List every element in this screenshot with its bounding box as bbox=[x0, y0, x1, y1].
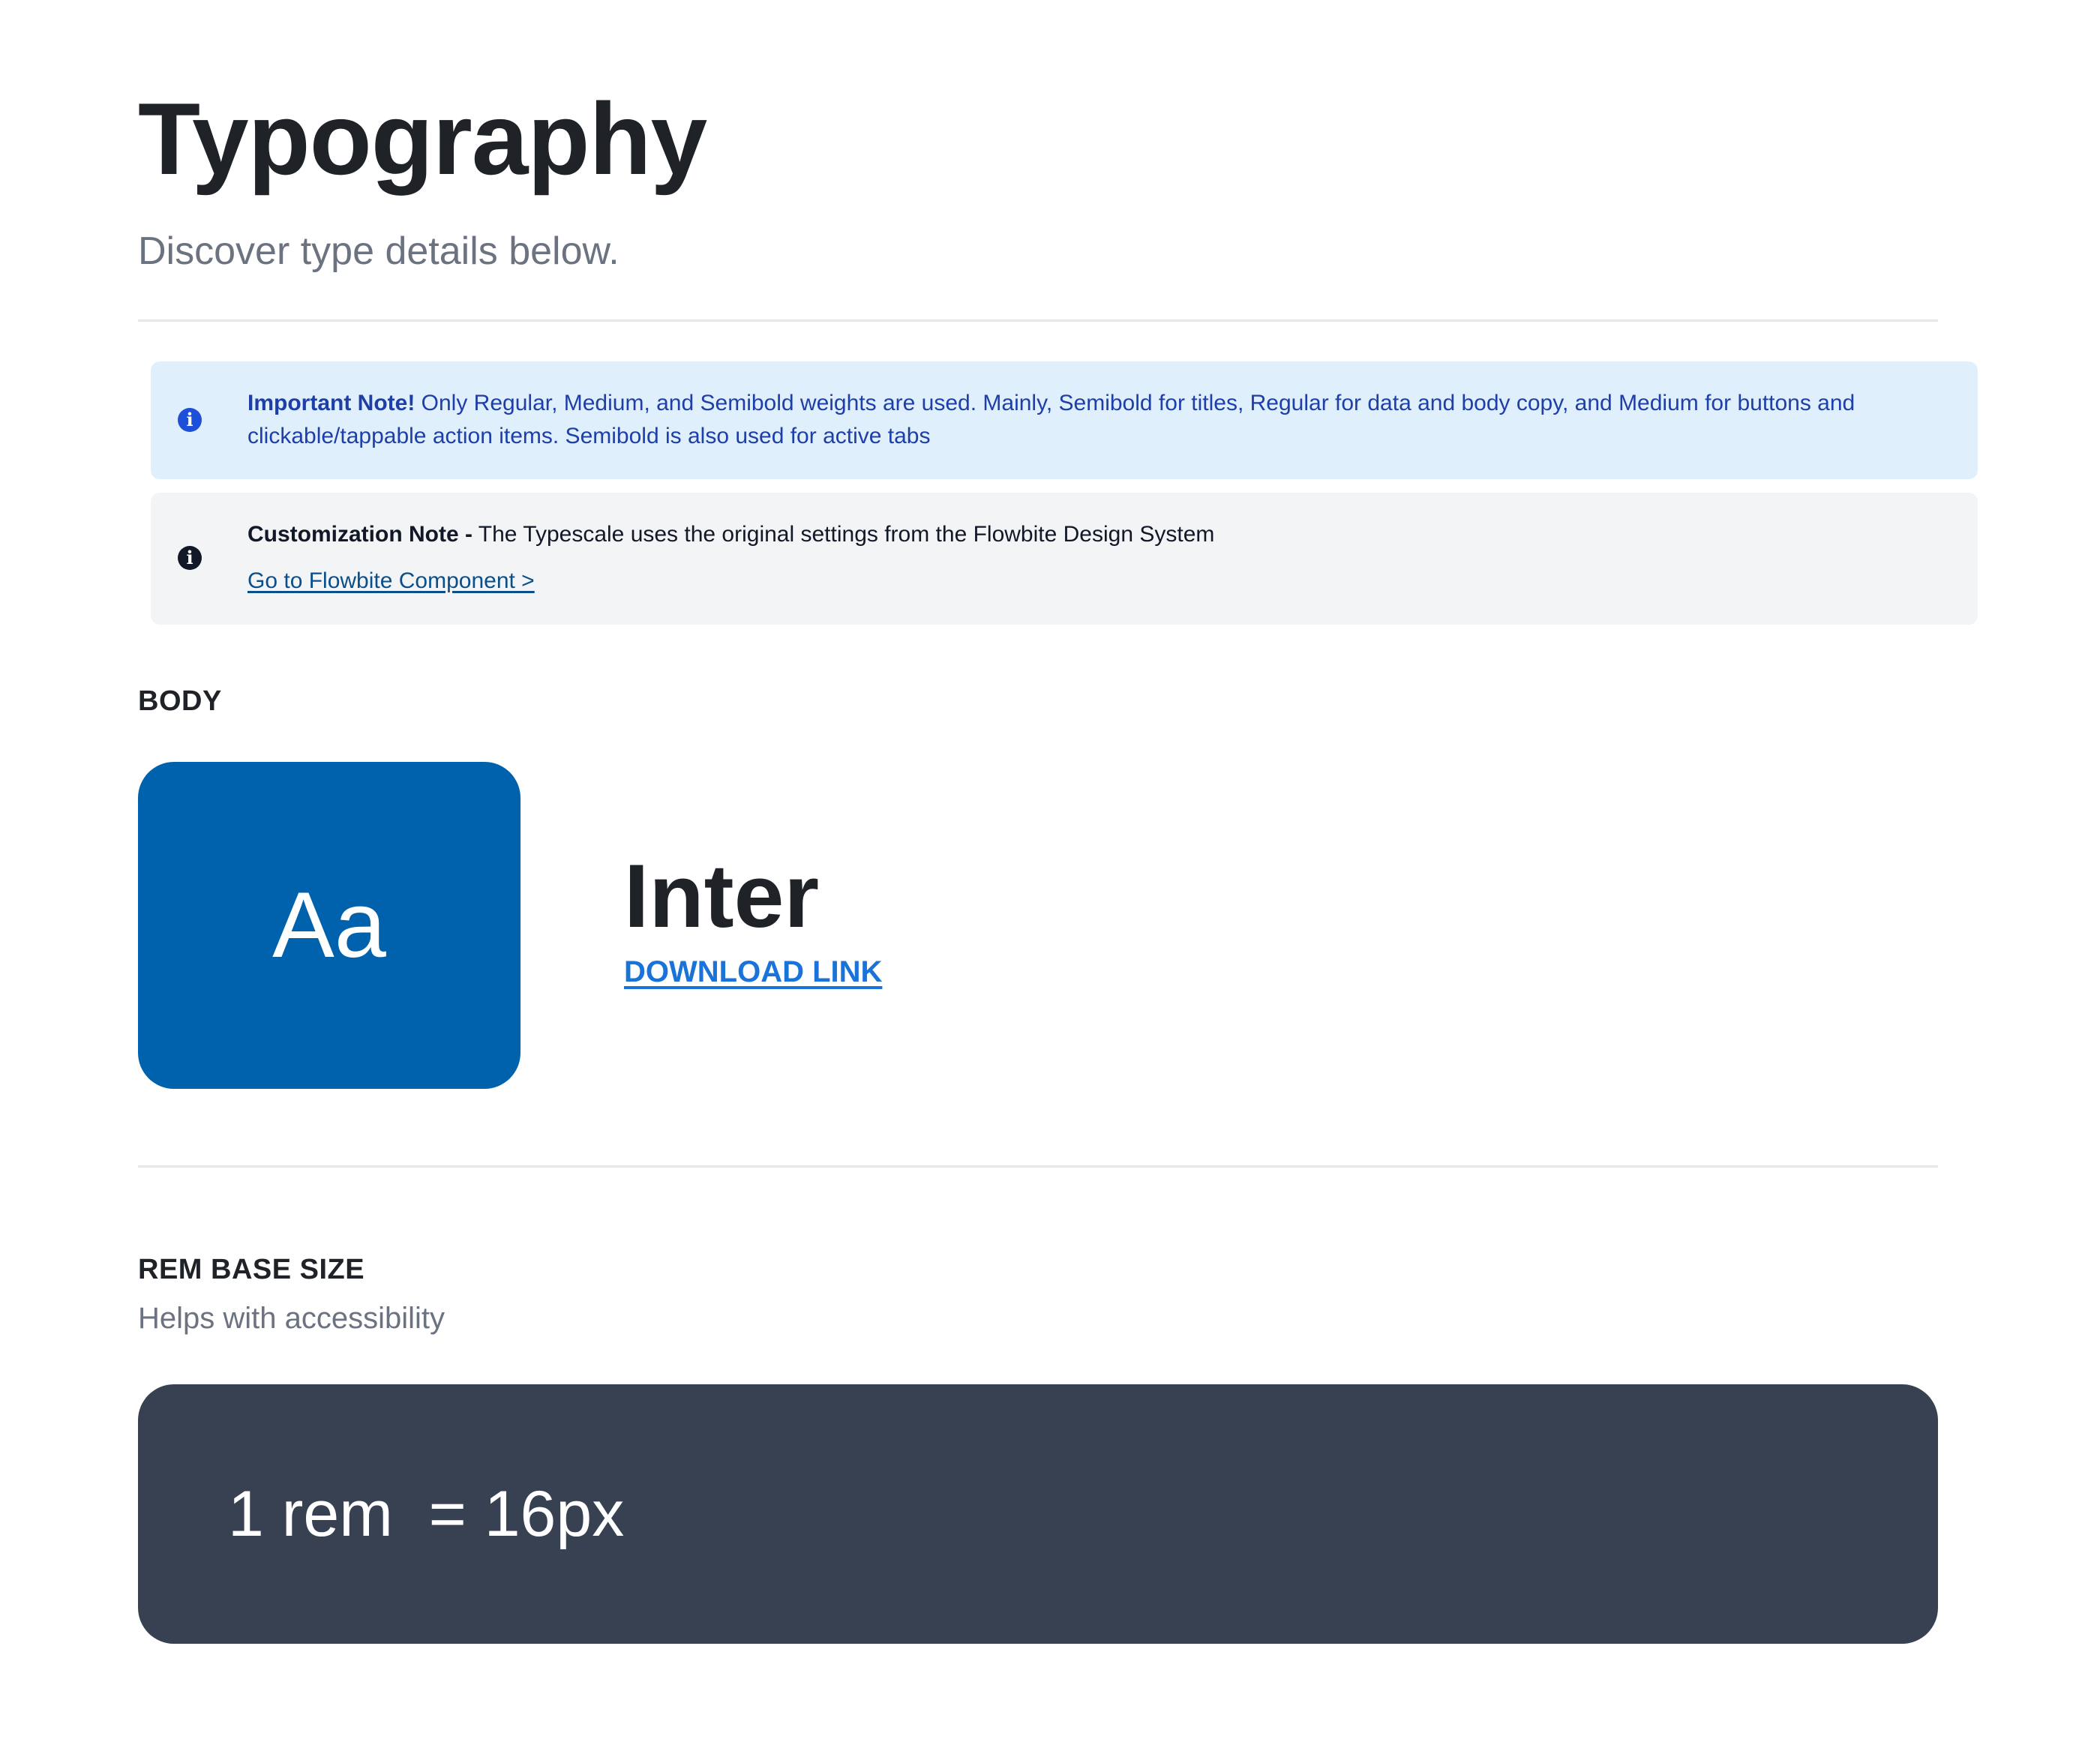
section-divider bbox=[138, 1165, 1938, 1168]
font-name: Inter bbox=[624, 846, 820, 946]
important-note-text: Important Note! Only Regular, Medium, an… bbox=[248, 387, 1950, 453]
download-link[interactable]: DOWNLOAD LINK bbox=[624, 951, 882, 993]
info-icon: i bbox=[178, 546, 202, 570]
font-swatch-sample: Aa bbox=[272, 874, 386, 977]
customization-note-text: Customization Note - The Typescale uses … bbox=[248, 518, 1950, 551]
page-title: Typography bbox=[138, 82, 707, 196]
important-note-label: Important Note! bbox=[248, 391, 416, 415]
customization-note-label: Customization Note - bbox=[248, 522, 472, 547]
rem-section-label: REM BASE SIZE bbox=[138, 1254, 365, 1285]
important-note-body: Only Regular, Medium, and Semibold weigh… bbox=[248, 391, 1856, 448]
info-icon: i bbox=[178, 408, 202, 432]
important-note-alert: Important Note! Only Regular, Medium, an… bbox=[151, 361, 1978, 479]
font-swatch: Aa bbox=[138, 762, 520, 1089]
page-subtitle: Discover type details below. bbox=[138, 229, 620, 273]
rem-section-subtitle: Helps with accessibility bbox=[138, 1302, 446, 1335]
body-section-label: BODY bbox=[138, 685, 222, 717]
customization-note-alert: Customization Note - The Typescale uses … bbox=[151, 493, 1978, 625]
rem-value-panel: 1 rem = 16px bbox=[138, 1384, 1938, 1644]
header-divider bbox=[138, 319, 1938, 322]
rem-value: 1 rem = 16px bbox=[228, 1478, 625, 1550]
flowbite-component-link[interactable]: Go to Flowbite Component > bbox=[248, 565, 535, 598]
customization-note-body: The Typescale uses the original settings… bbox=[472, 522, 1215, 547]
